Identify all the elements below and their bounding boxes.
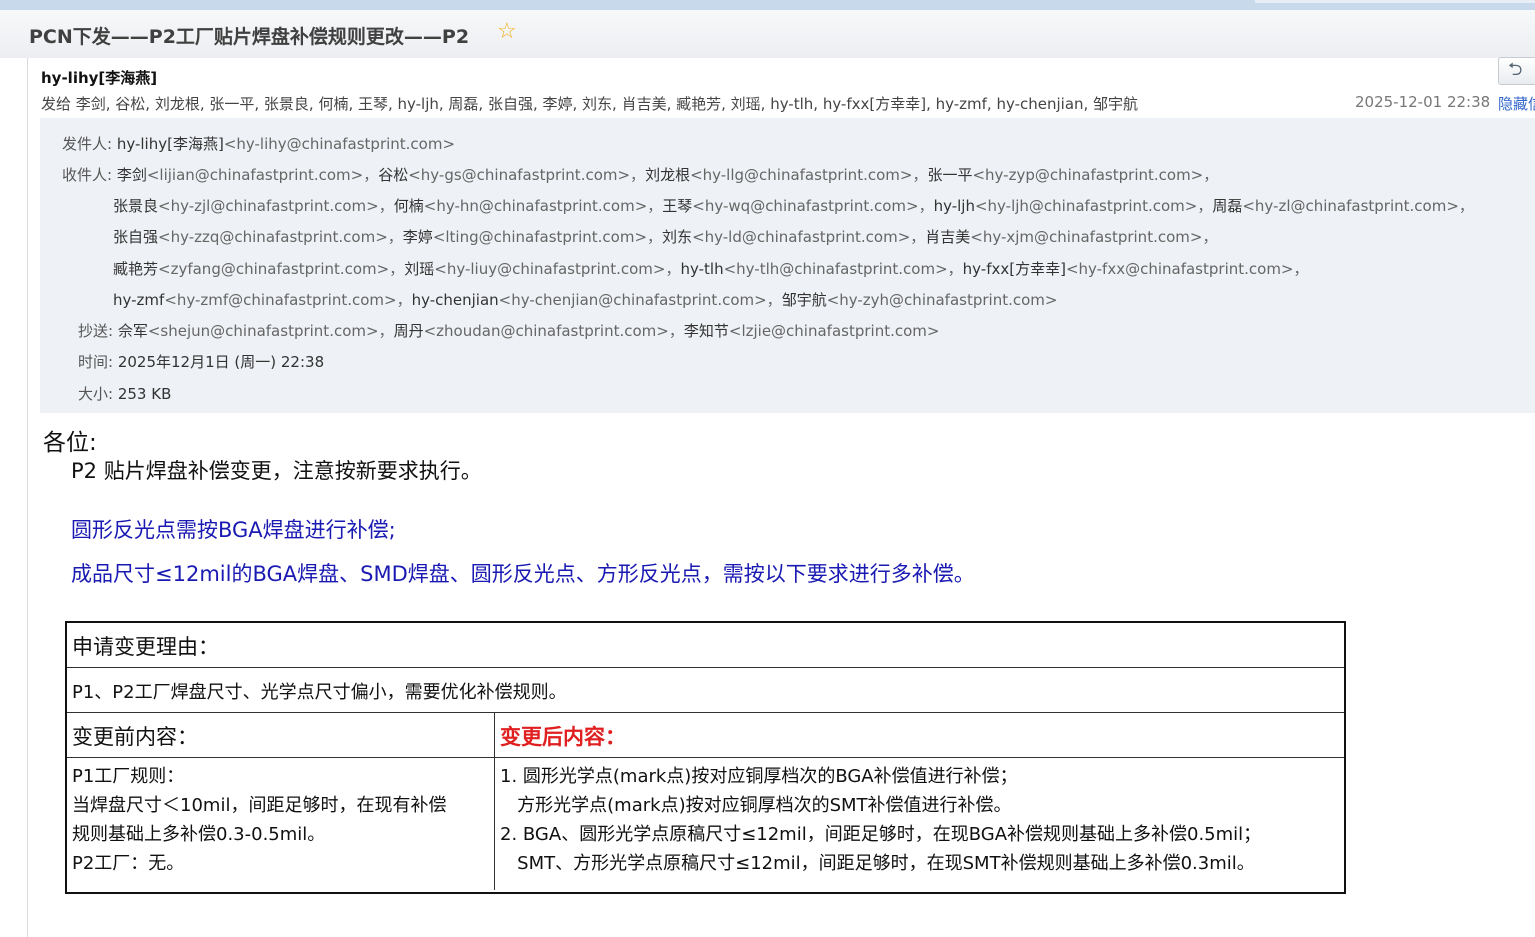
to-name[interactable]: 臧艳芳 — [113, 260, 158, 278]
tab-strip-hint — [1255, 0, 1535, 3]
reply-arrow-icon: ⮌ — [1508, 59, 1523, 80]
after-line: 方形光学点(mark点)按对应铜厚档次的SMT补偿值进行补偿。 — [500, 795, 1012, 816]
to-row-2: 张景良<hy-zjl@chinafastprint.com>，何楠<hy-hn@… — [113, 195, 1474, 216]
before-line: P1工厂规则： — [72, 766, 185, 787]
cc-name[interactable]: 李知节 — [684, 322, 729, 340]
after-line: 1. 圆形光学点(mark点)按对应铜厚档次的BGA补偿值进行补偿； — [500, 766, 1018, 787]
body-blue-line-1: 圆形反光点需按BGA焊盘进行补偿; — [71, 518, 396, 542]
to-email: <hy-zl@chinafastprint.com>， — [1242, 197, 1474, 215]
to-row-1: 收件人: 李剑<lijian@chinafastprint.com>，谷松<hy… — [62, 164, 1218, 185]
to-email: <hy-chenjian@chinafastprint.com>， — [498, 291, 782, 309]
table-row: 申请变更理由： — [67, 623, 1344, 668]
to-email: <hy-zmf@chinafastprint.com>， — [164, 291, 412, 309]
pcn-change-table: 申请变更理由： P1、P2工厂焊盘尺寸、光学点尺寸偏小，需要优化补偿规则。 变更… — [65, 621, 1346, 894]
cc-label: 抄送: — [78, 322, 114, 340]
table-row: P1工厂规则： 当焊盘尺寸＜10mil，间距足够时，在现有补偿 规则基础上多补偿… — [67, 758, 1344, 890]
header-details: 发件人: hy-lihy[李海燕]<hy-lihy@chinafastprint… — [40, 118, 1535, 413]
subject-bar: PCN下发——P2工厂贴片焊盘补偿规则更改——P2 ☆ — [0, 10, 1535, 59]
body-intro: P2 贴片焊盘补偿变更，注意按新要求执行。 — [71, 459, 482, 483]
to-name[interactable]: hy-ljh — [934, 197, 975, 215]
to-name[interactable]: 谷松 — [378, 166, 408, 184]
reason-title: 申请变更理由： — [72, 635, 219, 659]
before-line: 规则基础上多补偿0.3-0.5mil。 — [72, 824, 326, 845]
email-content: hy-lihy[李海燕] 发给 李剑, 谷松, 刘龙根, 张一平, 张景良, 何… — [28, 57, 1535, 937]
to-name[interactable]: 张自强 — [113, 228, 158, 246]
from-name[interactable]: hy-lihy[李海燕] — [117, 135, 224, 153]
to-email: <hy-zyp@chinafastprint.com>， — [972, 166, 1219, 184]
to-row-5: hy-zmf<hy-zmf@chinafastprint.com>，hy-che… — [113, 289, 1057, 310]
from-email: <hy-lihy@chinafastprint.com> — [223, 135, 456, 153]
time-row: 时间: 2025年12月1日 (周一) 22:38 — [78, 351, 324, 372]
cc-email: <zhoudan@chinafastprint.com>， — [423, 322, 684, 340]
table-row: P1、P2工厂焊盘尺寸、光学点尺寸偏小，需要优化补偿规则。 — [67, 668, 1344, 713]
cc-email: <lzjie@chinafastprint.com> — [728, 322, 940, 340]
table-row: 变更前内容： 变更后内容： — [67, 713, 1344, 758]
to-name[interactable]: hy-fxx[方幸幸] — [963, 260, 1066, 278]
size-row: 大小: 253 KB — [78, 383, 171, 404]
to-name[interactable]: 刘龙根 — [645, 166, 690, 184]
cc-email: <shejun@chinafastprint.com>， — [147, 322, 394, 340]
to-email: <hy-zjl@chinafastprint.com>， — [158, 197, 394, 215]
cc-name[interactable]: 周丹 — [394, 322, 424, 340]
to-name[interactable]: hy-chenjian — [412, 291, 499, 309]
to-email: <lijian@chinafastprint.com>， — [146, 166, 379, 184]
from-label: 发件人: — [62, 135, 113, 153]
to-email: <hy-tlh@chinafastprint.com>， — [723, 260, 963, 278]
before-line: 当焊盘尺寸＜10mil，间距足够时，在现有补偿 — [72, 795, 447, 816]
to-label: 收件人: — [62, 166, 113, 184]
to-email: <hy-fxx@chinafastprint.com>， — [1065, 260, 1309, 278]
to-email: <hy-hn@chinafastprint.com>， — [423, 197, 663, 215]
size-value: 253 KB — [117, 385, 172, 403]
from-row: 发件人: hy-lihy[李海燕]<hy-lihy@chinafastprint… — [62, 133, 455, 154]
to-email: <hy-liuy@chinafastprint.com>， — [434, 260, 681, 278]
to-email: <zyfang@chinafastprint.com>， — [158, 260, 405, 278]
to-name[interactable]: 刘瑶 — [404, 260, 434, 278]
cc-row: 抄送: 佘军<shejun@chinafastprint.com>，周丹<zho… — [78, 320, 939, 341]
hide-details-link[interactable]: 隐藏信 — [1498, 93, 1535, 114]
cc-name[interactable]: 佘军 — [118, 322, 148, 340]
to-name[interactable]: 王琴 — [662, 197, 692, 215]
time-label: 时间: — [78, 353, 114, 371]
body-blue-line-2: 成品尺寸≤12mil的BGA焊盘、SMD焊盘、圆形反光点、方形反光点，需按以下要… — [71, 562, 975, 586]
to-email: <hy-xjm@chinafastprint.com>， — [970, 228, 1218, 246]
reason-text: P1、P2工厂焊盘尺寸、光学点尺寸偏小，需要优化补偿规则。 — [72, 682, 567, 703]
star-icon[interactable]: ☆ — [497, 19, 517, 45]
to-email: <hy-gs@chinafastprint.com>， — [408, 166, 646, 184]
to-name[interactable]: 肖吉美 — [925, 228, 970, 246]
to-name[interactable]: 张景良 — [113, 197, 158, 215]
to-email: <hy-zzq@chinafastprint.com>， — [158, 228, 403, 246]
to-email: <hy-zyh@chinafastprint.com> — [826, 291, 1058, 309]
recipients-summary: 发给 李剑, 谷松, 刘龙根, 张一平, 张景良, 何楠, 王琴, hy-ljh… — [41, 95, 1139, 113]
left-gutter — [0, 58, 28, 937]
to-email: <hy-wq@chinafastprint.com>， — [692, 197, 934, 215]
to-name[interactable]: 周磊 — [1212, 197, 1242, 215]
to-name[interactable]: hy-zmf — [113, 291, 164, 309]
table-column-divider — [494, 713, 495, 890]
email-subject: PCN下发——P2工厂贴片焊盘补偿规则更改——P2 — [29, 26, 470, 48]
after-line: SMT、方形光学点原稿尺寸≤12mil，间距足够时，在现SMT补偿规则基础上多补… — [500, 853, 1255, 874]
time-value: 2025年12月1日 (周一) 22:38 — [117, 353, 325, 371]
after-title: 变更后内容： — [500, 725, 626, 749]
to-row-4: 臧艳芳<zyfang@chinafastprint.com>，刘瑶<hy-liu… — [113, 258, 1309, 279]
after-line: 2. BGA、圆形光学点原稿尺寸≤12mil，间距足够时，在现BGA补偿规则基础… — [500, 824, 1262, 845]
before-title: 变更前内容： — [72, 725, 198, 749]
to-email: <hy-llg@chinafastprint.com>， — [690, 166, 928, 184]
size-label: 大小: — [78, 385, 114, 403]
to-name[interactable]: 张一平 — [927, 166, 972, 184]
to-name[interactable]: 刘东 — [662, 228, 692, 246]
to-name[interactable]: hy-tlh — [681, 260, 724, 278]
to-name[interactable]: 邹宇航 — [782, 291, 827, 309]
reply-button[interactable]: ⮌ — [1498, 57, 1535, 85]
to-name[interactable]: 李婷 — [403, 228, 433, 246]
before-line: P2工厂：无。 — [72, 853, 185, 874]
to-row-3: 张自强<hy-zzq@chinafastprint.com>，李婷<lting@… — [113, 226, 1217, 247]
sender-name[interactable]: hy-lihy[李海燕] — [41, 67, 157, 88]
to-email: <hy-ld@chinafastprint.com>， — [692, 228, 926, 246]
body-greeting: 各位: — [43, 430, 97, 456]
to-name[interactable]: 李剑 — [117, 166, 147, 184]
sent-time: 2025-12-01 22:38 — [1355, 93, 1491, 111]
to-email: <lting@chinafastprint.com>， — [432, 228, 663, 246]
to-email: <hy-ljh@chinafastprint.com>， — [974, 197, 1213, 215]
to-name[interactable]: 何楠 — [394, 197, 424, 215]
